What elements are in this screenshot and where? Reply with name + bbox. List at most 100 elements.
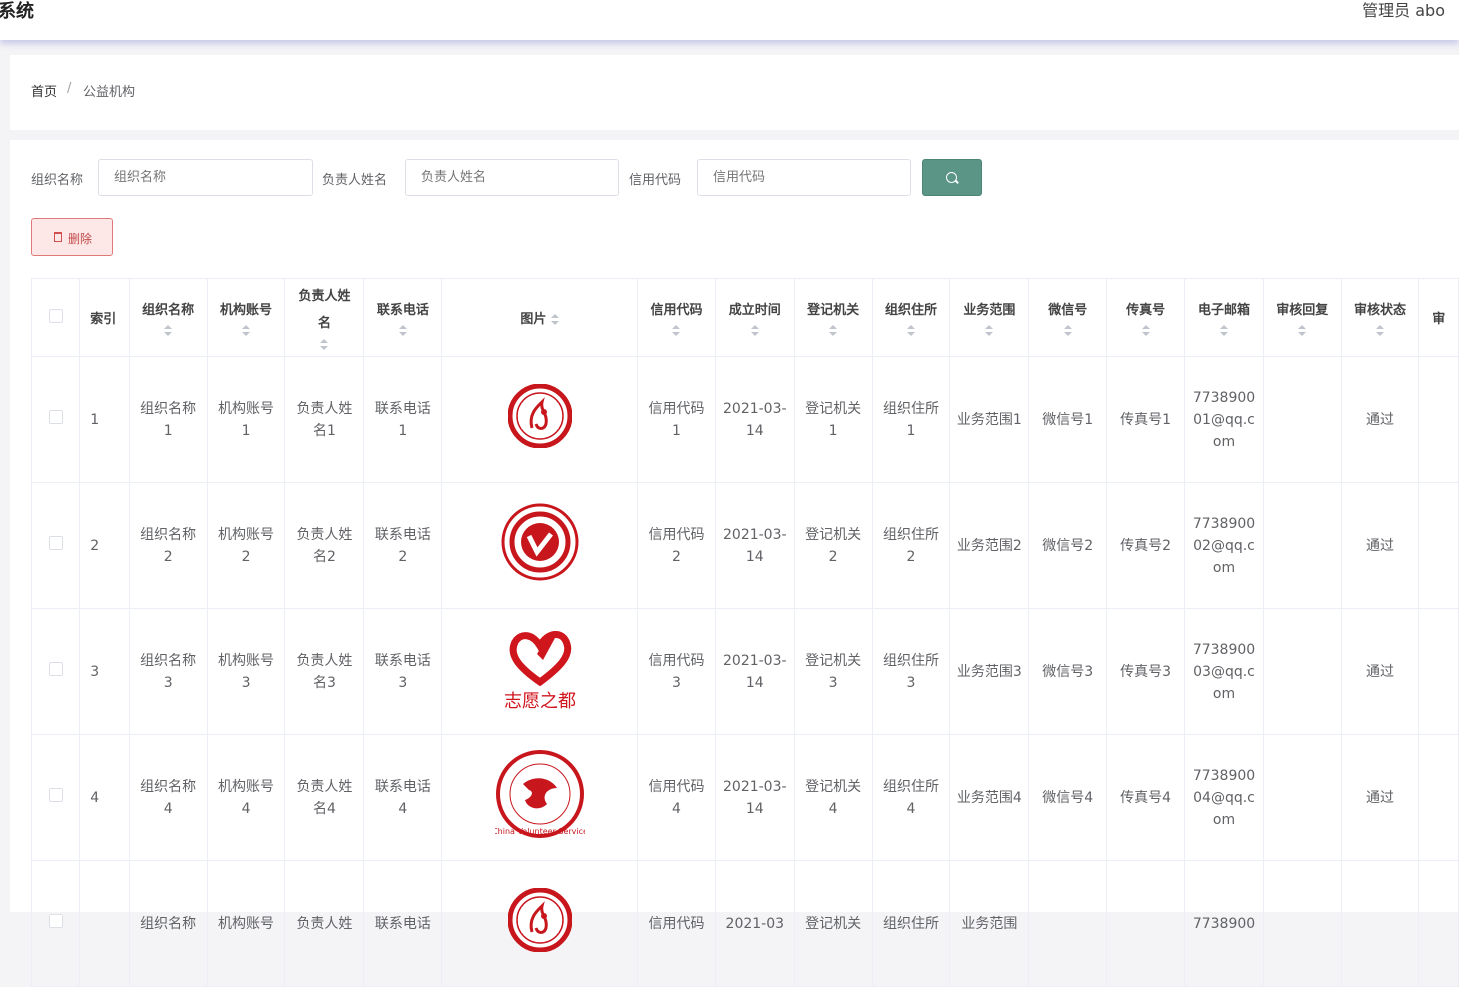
cell-authority: 登记机关2 — [793, 482, 873, 609]
row-checkbox[interactable] — [48, 409, 63, 424]
col-leader-label: 负责人姓名 — [298, 289, 351, 331]
cell-status-text: 通过 — [1365, 663, 1394, 680]
table-row[interactable]: 2 组织名称2 机构账号2 负责人姓名2 联系电话2 信用代码2 2021-03-14 登记机… — [30, 482, 1459, 609]
row-checkbox[interactable] — [48, 661, 63, 676]
cell-address-text: 组织住所 — [882, 915, 939, 932]
cell-wechat — [1028, 860, 1108, 987]
cell-address-text: 组织住所4 — [882, 778, 939, 817]
table-row[interactable]: 3 组织名称3 机构账号3 负责人姓名3 联系电话3 志愿之都 信用代码3 2021-03-1… — [30, 608, 1459, 735]
cell-org-name-text: 组织名称1 — [140, 400, 197, 439]
sort-icon[interactable] — [242, 325, 251, 337]
search-button[interactable] — [922, 159, 982, 196]
col-account[interactable]: 机构账号 — [206, 278, 286, 357]
col-authority[interactable]: 登记机关 — [793, 278, 873, 357]
select-all-cell — [30, 278, 81, 357]
sort-icon[interactable] — [672, 325, 681, 337]
sort-icon[interactable] — [985, 325, 994, 337]
sort-icon[interactable] — [750, 325, 759, 337]
org-name-input[interactable] — [98, 159, 313, 196]
cell-wechat-text: 微信号4 — [1042, 789, 1094, 806]
col-wechat[interactable]: 微信号 — [1028, 278, 1108, 357]
col-status[interactable]: 审核状态 — [1340, 278, 1420, 357]
sort-icon[interactable] — [1375, 325, 1384, 337]
cell-fax-text: 传真号1 — [1120, 411, 1172, 428]
sort-icon[interactable] — [1298, 325, 1307, 337]
cell-authority-text: 登记机关 — [805, 915, 862, 932]
col-phone[interactable]: 联系电话 — [363, 278, 443, 357]
cell-email-text: 7738900 — [1192, 915, 1256, 932]
cell-leader: 负责人姓名4 — [284, 734, 365, 861]
row-checkbox[interactable] — [48, 787, 63, 802]
sort-icon[interactable] — [1220, 325, 1228, 337]
table-header-row: 索引 组织名称 机构账号 负责人姓名 联系电话 图片 信用代码 成立时间 登记机… — [30, 278, 1459, 357]
cell-leader: 负责人姓 — [284, 860, 365, 987]
col-index-label: 索引 — [90, 312, 117, 327]
breadcrumb-home[interactable]: 首页 — [31, 81, 57, 100]
table-row[interactable]: 4 组织名称4 机构账号4 负责人姓名4 联系电话4 China Volunteer Se… — [30, 734, 1459, 861]
cell-scope-text: 业务范围1 — [956, 411, 1022, 428]
cell-status-text: 通过 — [1365, 537, 1394, 554]
cell-phone: 联系电话1 — [363, 356, 443, 483]
col-reply[interactable]: 审核回复 — [1262, 278, 1342, 357]
sort-icon[interactable] — [164, 325, 173, 337]
cell-wechat-text: 微信号1 — [1042, 411, 1094, 428]
credit-code-input[interactable] — [697, 159, 911, 196]
col-authority-label: 登记机关 — [807, 302, 860, 318]
breadcrumb-separator: / — [67, 81, 72, 96]
col-leader[interactable]: 负责人姓名 — [284, 278, 365, 357]
sort-icon[interactable] — [398, 325, 407, 337]
col-more[interactable]: 审 — [1418, 278, 1459, 357]
table-row[interactable]: 1 组织名称1 机构账号1 负责人姓名1 联系电话1 信用代码1 2021-03-14 登记机… — [30, 356, 1459, 483]
row-index — [79, 860, 130, 987]
table-row[interactable]: 组织名称 机构账号 负责人姓 联系电话 信用代码 2021-03 登记机关 组织住所 业务范围 7… — [30, 860, 1459, 987]
col-fax[interactable]: 传真号 — [1106, 278, 1186, 357]
col-image[interactable]: 图片 — [441, 278, 639, 357]
row-image — [441, 356, 639, 483]
top-bar: 系统 管理员 abo — [0, 0, 1459, 40]
sort-icon[interactable] — [1063, 325, 1072, 337]
leader-name-input[interactable] — [405, 159, 619, 196]
row-checkbox[interactable] — [48, 535, 63, 550]
user-menu[interactable]: 管理员 abo — [1362, 0, 1445, 22]
cell-more — [1418, 356, 1459, 483]
cell-scope-text: 业务范围4 — [956, 789, 1022, 806]
cell-leader: 负责人姓名3 — [284, 608, 365, 735]
sort-icon[interactable] — [1141, 325, 1150, 337]
cell-scope: 业务范围2 — [949, 482, 1030, 609]
col-founded[interactable]: 成立时间 — [714, 278, 795, 357]
cell-email-text: 773890004@qq.com — [1192, 767, 1256, 828]
col-scope[interactable]: 业务范围 — [949, 278, 1030, 357]
select-all-checkbox[interactable] — [48, 308, 63, 323]
cell-org-name-text: 组织名称 — [140, 915, 197, 932]
col-credit[interactable]: 信用代码 — [637, 278, 716, 357]
col-org-name[interactable]: 组织名称 — [128, 278, 208, 357]
cell-authority-text: 登记机关2 — [805, 526, 862, 565]
cell-credit: 信用代码3 — [637, 608, 716, 735]
row-index: 1 — [79, 356, 130, 483]
sort-icon[interactable] — [829, 325, 838, 337]
cell-account: 机构账号3 — [206, 608, 286, 735]
col-fax-label: 传真号 — [1126, 302, 1166, 318]
delete-label: 删除 — [68, 232, 93, 246]
col-email[interactable]: 电子邮箱 — [1184, 278, 1264, 357]
row-checkbox[interactable] — [48, 913, 63, 928]
row-image — [441, 860, 639, 987]
cell-founded-text: 2021-03-14 — [723, 400, 787, 439]
cell-authority-text: 登记机关1 — [805, 400, 862, 439]
cell-leader: 负责人姓名1 — [284, 356, 365, 483]
delete-button[interactable]: 删除 — [31, 218, 113, 256]
col-address[interactable]: 组织住所 — [871, 278, 951, 357]
sort-icon[interactable] — [320, 338, 329, 351]
cell-credit: 信用代码4 — [637, 734, 716, 861]
row-image — [441, 482, 639, 609]
row-select-cell — [30, 608, 81, 735]
search-icon — [946, 172, 957, 183]
col-wechat-label: 微信号 — [1048, 302, 1088, 318]
col-image-label: 图片 — [520, 312, 547, 327]
cell-wechat: 微信号1 — [1028, 356, 1108, 483]
col-phone-label: 联系电话 — [376, 302, 429, 318]
sort-icon[interactable] — [906, 325, 915, 337]
sort-icon[interactable] — [550, 313, 559, 326]
cell-scope: 业务范围1 — [949, 356, 1030, 483]
cell-email-text: 773890002@qq.com — [1192, 515, 1256, 576]
